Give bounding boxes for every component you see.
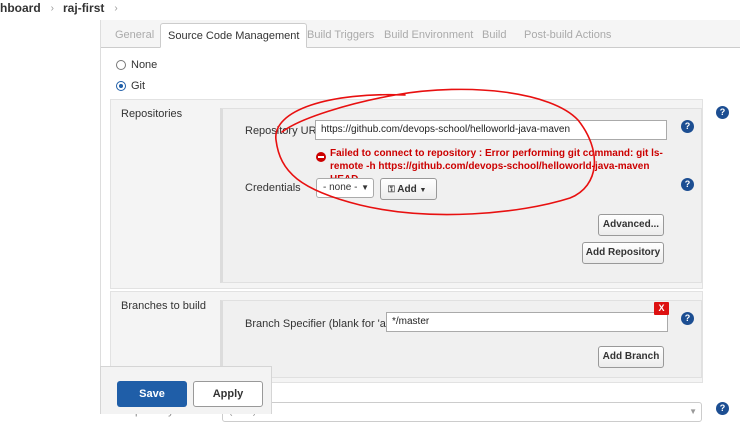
apply-button[interactable]: Apply (193, 381, 263, 407)
tab-source-code-management[interactable]: Source Code Management (160, 23, 308, 48)
advanced-button[interactable]: Advanced... (598, 214, 664, 236)
branches-label: Branches to build (121, 300, 206, 312)
breadcrumb-chevron-icon: › (50, 2, 55, 14)
add-repository-button[interactable]: Add Repository (582, 242, 664, 264)
repository-url-help-icon[interactable]: ? (681, 120, 694, 133)
add-credentials-label: Add (397, 184, 417, 195)
branch-specifier-help-icon[interactable]: ? (681, 312, 694, 325)
radio-git[interactable] (116, 81, 126, 91)
tab-bar: General Source Code Management Build Tri… (101, 20, 740, 48)
repository-url-label: Repository URL (245, 125, 323, 137)
credentials-label: Credentials (245, 182, 301, 194)
branch-specifier-input[interactable]: */master (386, 312, 668, 332)
scm-option-git[interactable]: Git (116, 80, 145, 92)
add-branch-button[interactable]: Add Branch (598, 346, 664, 368)
key-icon: ⚿ (388, 184, 395, 194)
scm-option-git-label: Git (131, 80, 146, 92)
chevron-down-icon: ▼ (361, 183, 369, 192)
save-button[interactable]: Save (117, 381, 187, 407)
add-credentials-button[interactable]: ⚿ Add ▼ (380, 178, 437, 200)
tab-build-triggers[interactable]: Build Triggers (307, 23, 374, 48)
repository-url-input[interactable]: https://github.com/devops-school/hellowo… (315, 120, 667, 140)
repositories-help-icon[interactable]: ? (716, 106, 729, 119)
credentials-selected-value: - none - (323, 182, 358, 193)
scm-option-none[interactable]: None (116, 59, 157, 71)
chevron-down-icon: ▼ (689, 407, 697, 416)
branch-specifier-label: Branch Specifier (blank for 'any') (245, 318, 404, 330)
breadcrumb-job[interactable]: raj-first (63, 1, 104, 15)
breadcrumb-chevron-icon[interactable]: › (114, 3, 117, 14)
repository-browser-select[interactable]: (Auto) ▼ (222, 402, 702, 422)
repository-browser-help-icon[interactable]: ? (716, 402, 729, 415)
tab-build[interactable]: Build (482, 23, 506, 48)
delete-branch-button[interactable]: X (654, 302, 669, 315)
scm-option-none-label: None (131, 59, 158, 71)
radio-none[interactable] (116, 60, 126, 70)
credentials-help-icon[interactable]: ? (681, 178, 694, 191)
credentials-select[interactable]: - none - ▼ (316, 178, 374, 198)
caret-down-icon: ▼ (419, 187, 427, 194)
tab-post-build-actions[interactable]: Post-build Actions (524, 23, 611, 48)
breadcrumb: hboard › raj-first › (0, 0, 127, 16)
repositories-label: Repositories (121, 108, 183, 120)
tab-build-environment[interactable]: Build Environment (384, 23, 473, 48)
error-icon (316, 152, 326, 162)
breadcrumb-dashboard[interactable]: hboard (0, 1, 41, 15)
tab-general[interactable]: General (115, 23, 154, 48)
error-line-1: Failed to connect to repository : Error … (330, 148, 663, 159)
